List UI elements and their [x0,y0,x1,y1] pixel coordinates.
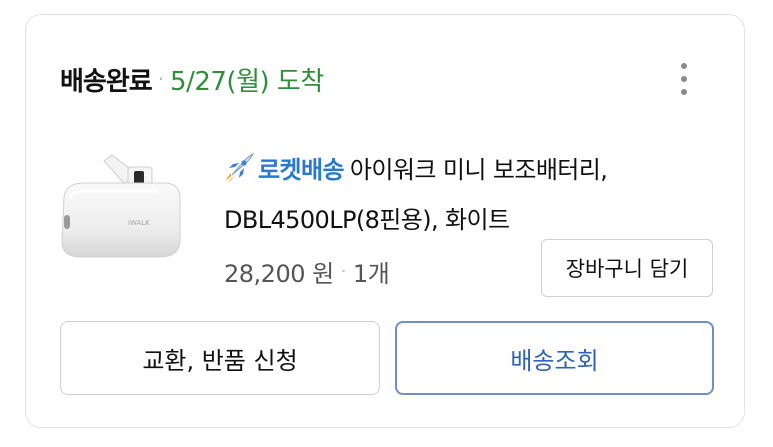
delivery-status: 배송완료 [60,66,153,97]
product-image[interactable]: iWALK [54,153,184,263]
price-row: 28,200 원 · 1개 [224,249,390,293]
more-vertical-icon[interactable] [672,59,696,99]
price-separator: · [340,260,347,282]
arrival-date: 5/27(월) 도착 [170,66,324,97]
add-to-cart-button[interactable]: 장바구니 담기 [541,239,713,297]
product-quantity: 1개 [352,259,390,288]
product-title[interactable]: 로켓배송 아이워크 미니 보조배터리, DBL4500LP(8핀용), 화이트 [224,145,694,245]
track-delivery-button[interactable]: 배송조회 [395,321,714,395]
order-card: 배송완료 · 5/27(월) 도착 iWALK 로켓배송 아이워크 미니 보조배… [25,14,745,428]
product-price: 28,200 원 [224,259,334,288]
rocket-delivery-badge: 로켓배송 [258,156,345,184]
exchange-return-button[interactable]: 교환, 반품 신청 [60,321,380,395]
status-separator: · [157,67,165,91]
rocket-icon [224,150,255,182]
delivery-status-header: 배송완료 · 5/27(월) 도착 [60,59,324,99]
svg-text:iWALK: iWALK [128,219,150,227]
